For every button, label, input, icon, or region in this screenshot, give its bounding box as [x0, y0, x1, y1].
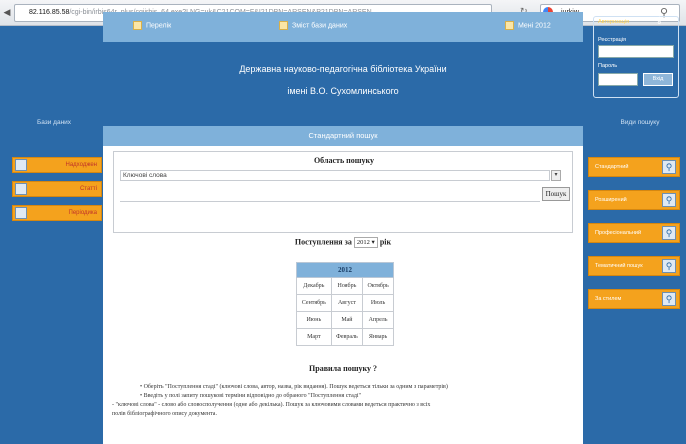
chevron-down-icon[interactable]: ▾	[551, 170, 561, 181]
password-input[interactable]	[598, 73, 638, 86]
top-link-1-label: Перелік	[146, 22, 172, 30]
search-type-label: Професіональний	[595, 230, 642, 236]
top-link-3[interactable]: Мені 2012	[505, 21, 551, 30]
rule-line: полів бібліографічного опису документа.	[112, 411, 217, 417]
rule-line: • Введіть у полі запиту пошукові терміни…	[140, 393, 361, 399]
year-label-suffix: рік	[379, 237, 392, 247]
table-row: Июнь Май Апрель	[296, 311, 394, 329]
library-header: Державна науково-педагогічна бібліотека …	[103, 42, 583, 126]
folder-icon	[133, 21, 142, 30]
table-row: Декабрь Ноябрь Октябрь	[296, 277, 394, 295]
top-link-1[interactable]: Перелік	[133, 21, 171, 30]
year-selector-row: Поступлення за 2012 ▾ рік	[103, 237, 583, 248]
left-menu-item-1[interactable]: Надходжен	[12, 157, 102, 173]
left-menu-item-1-label: Надходжен	[65, 162, 97, 168]
search-type-style[interactable]: За стилем ⚲	[588, 289, 680, 309]
table-row: Сентябрь Август Июль	[296, 294, 394, 312]
month-link[interactable]: Октябрь	[362, 277, 394, 295]
folder-icon	[279, 21, 288, 30]
month-link[interactable]: Сентябрь	[296, 294, 332, 312]
search-type-professional[interactable]: Професіональний ⚲	[588, 223, 680, 243]
month-link[interactable]: Июнь	[296, 311, 332, 329]
rule-line: • Оберіть "Поступлення стаді" (ключові с…	[140, 384, 448, 390]
left-menu-item-3-label: Періодика	[68, 210, 97, 216]
top-links-bar: Перелік Зміст бази даних Мені 2012	[103, 12, 583, 42]
search-rules-title[interactable]: Правила пошуку ?	[103, 364, 583, 373]
book-icon	[15, 207, 27, 219]
login-heading: Авторизація	[598, 19, 630, 25]
login-box: Авторизація ⚷ Реєстрація Пароль Вхід	[593, 15, 679, 98]
month-link[interactable]: Январь	[362, 328, 394, 346]
url-host: 82.116.85.58	[29, 9, 70, 16]
library-subtitle: імені В.О. Сухомлинського	[287, 86, 399, 96]
months-table: 2012 Декабрь Ноябрь Октябрь Сентябрь Авг…	[296, 262, 394, 346]
search-type-label: Тематичний пошук	[595, 263, 643, 269]
search-type-label: За стилем	[595, 296, 622, 302]
table-row: Март Февраль Январь	[296, 328, 394, 346]
library-title: Державна науково-педагогічна бібліотека …	[239, 64, 447, 74]
magnifier-icon: ⚲	[662, 193, 676, 207]
month-link[interactable]: Июль	[362, 294, 394, 312]
left-column	[0, 26, 103, 444]
rule-line: - "ключові слова" - слово або словосполу…	[112, 402, 431, 408]
search-area-select[interactable]: Ключові слова ▾	[120, 170, 561, 181]
left-menu-item-2-label: Статті	[79, 186, 97, 192]
left-menu-item-3[interactable]: Періодика	[12, 205, 102, 221]
search-rules-text: • Оберіть "Поступлення стаді" (ключові с…	[112, 383, 578, 419]
password-label: Пароль	[598, 63, 618, 69]
year-select-value: 2012	[356, 239, 370, 246]
login-button[interactable]: Вхід	[643, 73, 673, 86]
year-label-prefix: Поступлення за	[294, 237, 352, 247]
book-icon	[15, 183, 27, 195]
month-link[interactable]: Ноябрь	[330, 277, 364, 295]
book-icon	[15, 159, 27, 171]
search-type-extended[interactable]: Розширений ⚲	[588, 190, 680, 210]
key-icon: ⚷	[656, 15, 663, 25]
page-title: Стандартний пошук	[103, 126, 583, 146]
search-area-label: Область пошуку	[313, 156, 375, 165]
search-type-standard[interactable]: Стандартний ⚲	[588, 157, 680, 177]
magnifier-icon: ⚲	[662, 226, 676, 240]
back-arrow-icon[interactable]: ◀	[2, 7, 12, 19]
month-link[interactable]: Декабрь	[296, 277, 332, 295]
month-link[interactable]: Август	[330, 294, 364, 312]
right-menu-heading: Види пошуку	[620, 119, 660, 126]
magnifier-icon: ⚲	[662, 160, 676, 174]
top-link-2-label: Зміст бази даних	[292, 22, 348, 30]
magnifier-icon: ⚲	[662, 292, 676, 306]
top-link-2[interactable]: Зміст бази даних	[279, 21, 347, 30]
month-link[interactable]: Февраль	[330, 328, 364, 346]
month-link[interactable]: Апрель	[362, 311, 394, 329]
month-link[interactable]: Март	[296, 328, 332, 346]
months-table-year: 2012	[296, 262, 394, 278]
left-menu-item-2[interactable]: Статті	[12, 181, 102, 197]
search-area-value: Ключові слова	[123, 172, 167, 179]
search-input[interactable]	[120, 190, 540, 202]
mail-icon	[505, 21, 514, 30]
search-button[interactable]: Пошук	[542, 187, 570, 201]
search-type-label: Розширений	[595, 197, 627, 203]
magnifier-icon: ⚲	[662, 259, 676, 273]
search-type-thematic[interactable]: Тематичний пошук ⚲	[588, 256, 680, 276]
search-form: Область пошуку Ключові слова ▾ Пошук	[113, 151, 573, 233]
login-label: Реєстрація	[598, 37, 627, 43]
left-menu-heading: Бази даних	[36, 119, 72, 126]
search-type-label: Стандартний	[595, 164, 629, 170]
year-select[interactable]: 2012 ▾	[353, 237, 378, 248]
month-link[interactable]: Май	[330, 311, 364, 329]
login-input[interactable]	[598, 45, 674, 58]
top-link-3-label: Мені 2012	[518, 22, 551, 30]
